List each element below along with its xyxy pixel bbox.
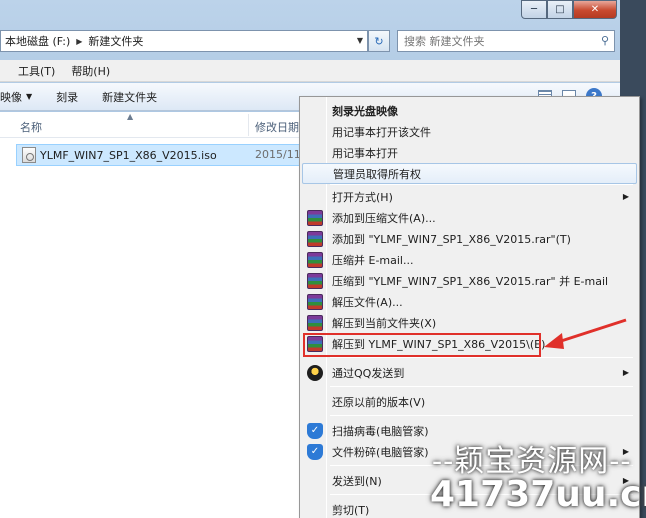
winrar-icon (307, 209, 323, 226)
context-menu-item-label: 剪切(T) (332, 503, 370, 517)
maximize-button[interactable]: □ (547, 0, 573, 19)
breadcrumb-drive[interactable]: 本地磁盘 (F:) (1, 33, 74, 49)
context-menu-item-label: 压缩到 "YLMF_WIN7_SP1_X86_V2015.rar" 并 E-ma… (332, 274, 609, 288)
file-modified-date: 2015/11/ (255, 148, 305, 161)
menu-separator (330, 386, 633, 387)
context-menu-item-label: 解压到当前文件夹(X) (332, 316, 437, 330)
highlight-annotation-box (303, 333, 541, 357)
sort-ascending-icon: ▲ (127, 112, 134, 121)
context-menu-item-label: 通过QQ发送到 (332, 366, 405, 380)
window-controls: ─ □ ✕ (521, 0, 617, 19)
minimize-button[interactable]: ─ (521, 0, 547, 19)
chevron-down-icon: ▼ (26, 92, 33, 101)
breadcrumb-folder[interactable]: 新建文件夹 (84, 33, 147, 49)
burn-label: 刻录 (56, 90, 79, 104)
submenu-arrow-icon: ▶ (622, 192, 629, 201)
context-menu-item-label: 管理员取得所有权 (333, 167, 421, 181)
winrar-icon (307, 314, 323, 331)
context-menu-item[interactable]: 解压文件(A)... (302, 291, 637, 312)
close-button[interactable]: ✕ (573, 0, 617, 19)
context-menu-item-label: 发送到(N) (332, 474, 382, 488)
context-menu-item-label: 扫描病毒(电脑管家) (332, 424, 429, 438)
minimize-icon: ─ (530, 4, 538, 15)
watermark-url: 41737uu.cn (430, 474, 646, 515)
address-bar[interactable]: 本地磁盘 (F:) ▶ 新建文件夹 ▼ (0, 30, 368, 52)
context-menu-item-label: 添加到 "YLMF_WIN7_SP1_X86_V2015.rar"(T) (332, 232, 571, 246)
menu-tools[interactable]: 工具(T) (10, 63, 63, 79)
context-menu-item-label: 添加到压缩文件(A)... (332, 211, 436, 225)
submenu-arrow-icon: ▶ (622, 368, 629, 377)
menu-help[interactable]: 帮助(H) (63, 63, 118, 79)
context-menu-item[interactable]: 压缩到 "YLMF_WIN7_SP1_X86_V2015.rar" 并 E-ma… (302, 270, 637, 291)
context-menu-item-label: 文件粉碎(电脑管家) (332, 445, 429, 459)
file-name: YLMF_WIN7_SP1_X86_V2015.iso (40, 148, 217, 162)
column-name-header[interactable]: 名称 (20, 119, 42, 135)
red-arrow-annotation-icon (544, 318, 627, 349)
winrar-icon (307, 293, 323, 310)
context-menu-item[interactable]: 管理员取得所有权 (302, 163, 637, 184)
qq-icon (307, 364, 323, 381)
refresh-button[interactable]: ↻ (368, 30, 390, 52)
context-menu-item[interactable]: 添加到压缩文件(A)... (302, 207, 637, 228)
context-menu-item-label: 压缩并 E-mail... (332, 253, 414, 267)
refresh-icon: ↻ (374, 34, 384, 48)
search-input[interactable] (398, 31, 588, 51)
disc-image-file-icon (22, 147, 36, 163)
context-menu-item-label: 解压文件(A)... (332, 295, 403, 309)
context-menu-item[interactable]: 还原以前的版本(V) (302, 391, 637, 412)
new-folder-label: 新建文件夹 (102, 90, 158, 104)
context-menu-item[interactable]: 用记事本打开该文件 (302, 121, 637, 142)
search-box[interactable]: ⚲ (397, 30, 615, 52)
column-modified-header[interactable]: 修改日期 (255, 119, 299, 135)
context-menu-item-label: 用记事本打开该文件 (332, 125, 431, 139)
context-menu-item[interactable]: 打开方式(H) ▶ (302, 186, 637, 207)
column-divider[interactable] (248, 114, 249, 136)
menu-separator (330, 357, 633, 358)
navigation-row: 本地磁盘 (F:) ▶ 新建文件夹 ▼ ↻ ⚲ (0, 30, 620, 52)
context-menu-item[interactable]: 压缩并 E-mail... (302, 249, 637, 270)
close-icon: ✕ (590, 4, 600, 15)
new-folder-button[interactable]: 新建文件夹 (90, 89, 169, 105)
menu-separator (330, 184, 633, 185)
context-menu-item[interactable]: 添加到 "YLMF_WIN7_SP1_X86_V2015.rar"(T) (302, 228, 637, 249)
menu-bar: 工具(T) 帮助(H) (0, 60, 620, 82)
burn-image-button[interactable]: 映像 ▼ (0, 89, 44, 105)
context-menu-item-label: 还原以前的版本(V) (332, 395, 426, 409)
breadcrumb-separator-icon[interactable]: ▶ (74, 37, 84, 46)
burn-image-label: 映像 (0, 90, 22, 104)
context-menu-item-label: 刻录光盘映像 (332, 104, 398, 118)
winrar-icon (307, 230, 323, 247)
burn-button[interactable]: 刻录 (44, 89, 90, 105)
search-icon[interactable]: ⚲ (601, 34, 609, 47)
context-menu-item-label: 用记事本打开 (332, 146, 398, 160)
address-dropdown-icon[interactable]: ▼ (357, 36, 363, 45)
shield-icon: ✓ (307, 422, 323, 439)
winrar-icon (307, 272, 323, 289)
context-menu-item-label: 打开方式(H) (332, 190, 393, 204)
menu-separator (330, 415, 633, 416)
context-menu-item[interactable]: 用记事本打开 (302, 142, 637, 163)
context-menu-item[interactable]: 通过QQ发送到 ▶ (302, 362, 637, 383)
winrar-icon (307, 251, 323, 268)
maximize-icon: □ (555, 4, 565, 15)
shield-icon: ✓ (307, 443, 323, 460)
context-menu-item[interactable]: 刻录光盘映像 (302, 100, 637, 121)
